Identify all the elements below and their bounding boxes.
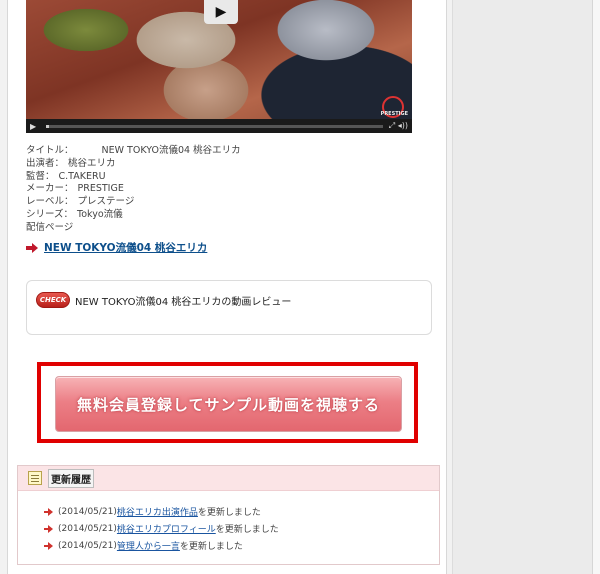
history-suffix: を更新しました [197, 508, 261, 518]
history-item: (2014/05/21) 桃谷エリカ出演作品 を更新しました [44, 503, 439, 520]
video-info: タイトル： NEW TOKYO流儀04 桃谷エリカ 出演者： 桃谷エリカ 監督：… [26, 145, 426, 235]
arrow-right-icon [26, 242, 38, 253]
history-suffix: を更新しました [215, 525, 279, 535]
maker-value: PRESTIGE [77, 183, 124, 195]
performer-label: 出演者： [26, 157, 65, 169]
director-label: 監督： [26, 170, 55, 182]
distribution-link-row: NEW TOKYO流儀04 桃谷エリカ [26, 240, 207, 255]
control-play-icon[interactable]: ▶ [30, 122, 40, 131]
info-row-page: 配信ページ [26, 222, 426, 235]
distribution-link[interactable]: NEW TOKYO流儀04 桃谷エリカ [44, 240, 207, 255]
watermark-label: PRESTIGE [380, 111, 408, 117]
maker-label: メーカー： [26, 183, 74, 195]
info-row-series: シリーズ： Tokyo流儀 [26, 209, 426, 222]
info-row-performer: 出演者： 桃谷エリカ [26, 158, 426, 171]
arrow-bullet-icon [44, 524, 53, 533]
fullscreen-volume-icon[interactable]: ⤢ ◂)) [389, 121, 408, 131]
history-link[interactable]: 桃谷エリカプロフィール [117, 522, 216, 535]
title-value: NEW TOKYO流儀04 桃谷エリカ [101, 145, 241, 156]
director-value: C.TAKERU [58, 170, 106, 182]
history-header: 更新履歴 [18, 466, 439, 491]
label-label: レーベル： [26, 196, 74, 208]
history-link[interactable]: 桃谷エリカ出演作品 [117, 505, 198, 518]
series-value: Tokyo流儀 [77, 208, 123, 220]
update-history-panel: 更新履歴 (2014/05/21) 桃谷エリカ出演作品 を更新しました (201… [17, 465, 440, 565]
history-title: 更新履歴 [48, 468, 94, 488]
seek-progress [46, 124, 50, 128]
sidebar-column [452, 0, 593, 574]
history-date: (2014/05/21) [58, 506, 117, 517]
info-row-label: レーベル： プレステージ [26, 196, 426, 209]
label-value: プレステージ [77, 196, 135, 208]
history-item: (2014/05/21) 管理人から一言 を更新しました [44, 537, 439, 554]
title-label: タイトル： [26, 145, 74, 156]
page-edge [593, 0, 600, 574]
history-link[interactable]: 管理人から一言 [117, 539, 180, 552]
info-row-director: 監督： C.TAKERU [26, 171, 426, 184]
performer-value: 桃谷エリカ [68, 157, 116, 169]
history-item: (2014/05/21) 桃谷エリカプロフィール を更新しました [44, 520, 439, 537]
player-controls: ▶ ⤢ ◂)) [26, 119, 412, 133]
series-label: シリーズ： [26, 208, 74, 220]
arrow-bullet-icon [44, 541, 53, 550]
play-icon: ▶ [215, 4, 227, 20]
review-title: NEW TOKYO流儀04 桃谷エリカの動画レビュー [75, 297, 292, 308]
cta-highlight-frame: 無料会員登録してサンプル動画を視聴する [37, 362, 418, 443]
history-list: (2014/05/21) 桃谷エリカ出演作品 を更新しました (2014/05/… [18, 491, 439, 554]
free-signup-button[interactable]: 無料会員登録してサンプル動画を視聴する [55, 376, 402, 432]
video-player[interactable]: ▶ PRESTIGE ▶ ⤢ ◂)) [26, 0, 412, 133]
check-badge-icon: CHECK [36, 292, 70, 308]
info-row-maker: メーカー： PRESTIGE [26, 183, 426, 196]
play-button[interactable]: ▶ [204, 0, 238, 24]
arrow-bullet-icon [44, 507, 53, 516]
seek-bar[interactable] [46, 124, 383, 128]
history-date: (2014/05/21) [58, 523, 117, 534]
history-date: (2014/05/21) [58, 540, 117, 551]
history-suffix: を更新しました [179, 542, 243, 552]
distribution-page-label: 配信ページ [26, 221, 74, 233]
info-row-title: タイトル： NEW TOKYO流儀04 桃谷エリカ [26, 145, 426, 158]
review-box: CHECK NEW TOKYO流儀04 桃谷エリカの動画レビュー [26, 280, 432, 335]
memo-icon [28, 471, 42, 485]
